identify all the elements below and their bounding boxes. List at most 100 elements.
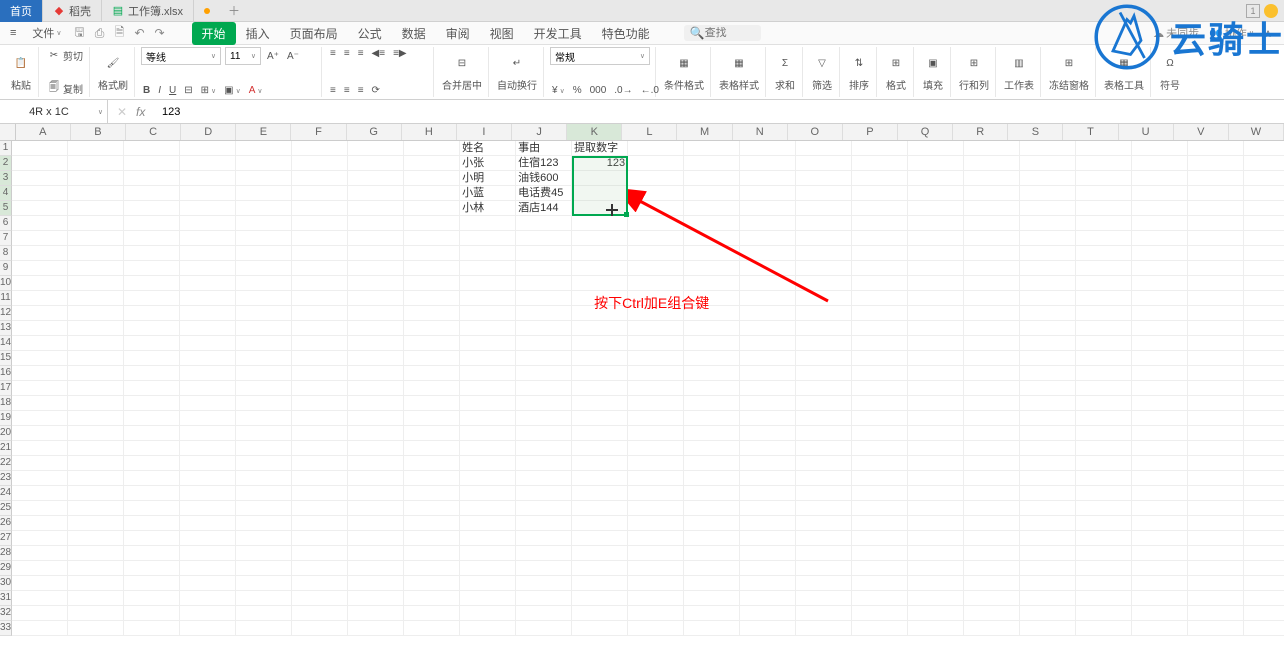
cell[interactable] <box>908 186 964 201</box>
cell[interactable] <box>740 201 796 216</box>
cell[interactable] <box>684 231 740 246</box>
cell[interactable] <box>684 516 740 531</box>
cell[interactable] <box>684 381 740 396</box>
cell[interactable] <box>1132 141 1188 156</box>
cell[interactable] <box>628 501 684 516</box>
cell[interactable] <box>1188 141 1244 156</box>
cell[interactable] <box>460 321 516 336</box>
cell[interactable] <box>964 156 1020 171</box>
cell[interactable] <box>516 531 572 546</box>
cell[interactable] <box>516 516 572 531</box>
cell[interactable] <box>1076 471 1132 486</box>
cell[interactable] <box>292 531 348 546</box>
align-bottom-button[interactable]: ≡ <box>356 47 366 60</box>
cell[interactable] <box>516 366 572 381</box>
cell[interactable] <box>404 246 460 261</box>
cell[interactable] <box>684 396 740 411</box>
cell[interactable] <box>1020 456 1076 471</box>
row-header-15[interactable]: 15 <box>0 351 12 366</box>
align-right-button[interactable]: ≡ <box>356 84 366 97</box>
row-header-16[interactable]: 16 <box>0 366 12 381</box>
cell[interactable] <box>1020 561 1076 576</box>
cell[interactable] <box>516 456 572 471</box>
cell[interactable] <box>740 156 796 171</box>
cell[interactable] <box>292 426 348 441</box>
row-header-19[interactable]: 19 <box>0 411 12 426</box>
cell[interactable] <box>236 441 292 456</box>
cell[interactable] <box>292 291 348 306</box>
cell[interactable] <box>124 591 180 606</box>
cell[interactable] <box>404 621 460 636</box>
cell[interactable] <box>852 486 908 501</box>
cell[interactable] <box>12 471 68 486</box>
fill-button[interactable]: ▣ 填充 <box>916 47 951 97</box>
col-header-L[interactable]: L <box>622 124 677 140</box>
cell[interactable] <box>292 186 348 201</box>
cell[interactable] <box>964 246 1020 261</box>
cell[interactable] <box>628 396 684 411</box>
cell[interactable] <box>1188 306 1244 321</box>
cell[interactable] <box>1132 486 1188 501</box>
cell[interactable] <box>180 531 236 546</box>
cell[interactable] <box>964 501 1020 516</box>
cell[interactable] <box>964 171 1020 186</box>
cell[interactable] <box>68 486 124 501</box>
cell[interactable] <box>852 216 908 231</box>
cell[interactable] <box>1020 156 1076 171</box>
cell[interactable] <box>1076 426 1132 441</box>
cell[interactable] <box>1244 306 1284 321</box>
cell[interactable] <box>684 141 740 156</box>
cell[interactable] <box>964 231 1020 246</box>
cell[interactable] <box>516 351 572 366</box>
row-header-27[interactable]: 27 <box>0 531 12 546</box>
cell[interactable]: 小林 <box>460 201 516 216</box>
cell[interactable] <box>236 471 292 486</box>
cell[interactable] <box>348 486 404 501</box>
cell[interactable] <box>404 351 460 366</box>
cell[interactable] <box>1244 591 1284 606</box>
cell[interactable] <box>1020 171 1076 186</box>
auto-wrap-button[interactable]: ↵ 自动换行 <box>491 47 544 97</box>
cell[interactable] <box>1244 576 1284 591</box>
cell[interactable] <box>124 231 180 246</box>
cell[interactable] <box>908 216 964 231</box>
cell[interactable]: 油钱600 <box>516 171 572 186</box>
window-number-icon[interactable]: 1 <box>1246 4 1260 18</box>
cell[interactable] <box>236 411 292 426</box>
cell[interactable] <box>236 456 292 471</box>
cell[interactable] <box>852 531 908 546</box>
cell[interactable] <box>404 546 460 561</box>
cell[interactable] <box>292 396 348 411</box>
row-header-12[interactable]: 12 <box>0 306 12 321</box>
cell[interactable] <box>180 231 236 246</box>
cell[interactable] <box>1132 411 1188 426</box>
cell[interactable] <box>348 471 404 486</box>
cell[interactable] <box>124 291 180 306</box>
cell[interactable] <box>404 306 460 321</box>
cell[interactable] <box>1244 261 1284 276</box>
merge-center-button[interactable]: ⊟ 合并居中 <box>436 47 489 97</box>
cell[interactable] <box>460 561 516 576</box>
row-header-22[interactable]: 22 <box>0 456 12 471</box>
cell[interactable] <box>628 261 684 276</box>
cell[interactable] <box>68 156 124 171</box>
cell[interactable] <box>740 501 796 516</box>
cell[interactable] <box>68 171 124 186</box>
cell[interactable] <box>1076 366 1132 381</box>
cell[interactable] <box>12 321 68 336</box>
cell[interactable] <box>852 591 908 606</box>
font-name-select[interactable]: 等线∨ <box>141 47 221 65</box>
cell[interactable] <box>1076 381 1132 396</box>
cell[interactable] <box>740 561 796 576</box>
cell[interactable] <box>908 426 964 441</box>
cell[interactable] <box>852 141 908 156</box>
indent-dec-button[interactable]: ◀≡ <box>370 47 388 60</box>
cell[interactable] <box>12 546 68 561</box>
cell[interactable] <box>68 321 124 336</box>
cell[interactable] <box>348 336 404 351</box>
cell[interactable] <box>12 156 68 171</box>
cell[interactable] <box>404 156 460 171</box>
cell[interactable] <box>1076 201 1132 216</box>
cell[interactable] <box>1076 306 1132 321</box>
cells-area[interactable]: 姓名事由提取数字小张住宿123123小明油钱600小蓝电话费45小林酒店144 … <box>12 141 1284 636</box>
